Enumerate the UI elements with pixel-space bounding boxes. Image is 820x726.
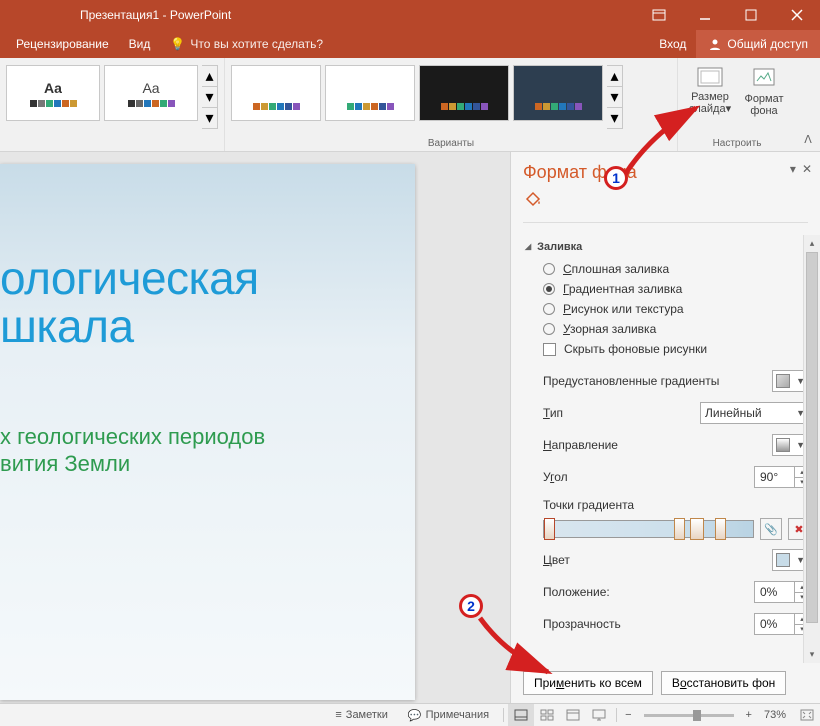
stop-color-label: Цвет (543, 553, 764, 567)
share-label: Общий доступ (727, 37, 808, 51)
maximize-button[interactable] (728, 0, 774, 30)
status-bar: ≡Заметки 💬Примечания − + 73% (0, 703, 820, 726)
ribbon-display-options-button[interactable] (636, 0, 682, 30)
signin-button[interactable]: Вход (649, 37, 696, 51)
section-fill-header[interactable]: Заливка (525, 235, 810, 259)
close-button[interactable] (774, 0, 820, 30)
slide-canvas[interactable]: ологическая шкала х геологических период… (0, 164, 415, 700)
tell-me-input[interactable]: 💡 Что вы хотите сделать? (160, 30, 333, 58)
variants-group: ▴ ▾ ▾ Варианты (225, 58, 678, 151)
stop-position-spinner[interactable]: 0%▴▾ (754, 581, 810, 603)
bulb-icon: 💡 (170, 37, 185, 51)
gradient-type-label: Тип (543, 406, 692, 420)
slide-size-button[interactable]: Размер слайда▾ (684, 62, 736, 128)
fill-solid-radio[interactable]: Сплошная заливка (525, 259, 810, 279)
variant-3[interactable] (419, 65, 509, 121)
ribbon-tabs: Рецензирование Вид 💡 Что вы хотите сдела… (0, 30, 820, 58)
gradient-stop-2[interactable] (674, 518, 685, 540)
themes-group: Aa Aa ▴ ▾ ▾ (0, 58, 225, 151)
reset-background-button[interactable]: Восстановить фон (661, 671, 786, 695)
fill-pattern-radio[interactable]: Узорная заливка (525, 319, 810, 339)
gradient-angle-spinner[interactable]: 90°▴▾ (754, 466, 810, 488)
gradient-stops-label: Точки градиента (543, 498, 810, 512)
ribbon: Aa Aa ▴ ▾ ▾ ▴ ▾ ▾ Вариа (0, 58, 820, 152)
transparency-label: Прозрачность (543, 617, 746, 631)
slide-subtitle-text[interactable]: х геологических периодов вития Земли (0, 351, 415, 478)
pane-options-button[interactable]: ▾ (790, 162, 796, 176)
slide-size-icon (696, 66, 724, 88)
variants-group-label: Варианты (231, 138, 671, 151)
fill-gradient-radio[interactable]: Градиентная заливка (525, 279, 810, 299)
setup-group-label: Настроить (713, 138, 762, 151)
themes-more[interactable]: ▾ (202, 108, 218, 129)
tell-me-placeholder: Что вы хотите сделать? (190, 37, 323, 51)
tab-view[interactable]: Вид (119, 30, 161, 58)
apply-to-all-button[interactable]: Применить ко всем (523, 671, 653, 695)
variant-4[interactable] (513, 65, 603, 121)
variants-scroll-down[interactable]: ▾ (607, 87, 623, 108)
theme-thumb-1[interactable]: Aa (6, 65, 100, 121)
share-button[interactable]: Общий доступ (696, 30, 820, 58)
zoom-out-button[interactable]: − (621, 709, 635, 721)
window-title: Презентация1 - PowerPoint (80, 8, 231, 22)
slide-title-text[interactable]: ологическая шкала (0, 164, 415, 351)
variant-1[interactable] (231, 65, 321, 121)
slideshow-view-button[interactable] (586, 704, 612, 726)
title-bar: Презентация1 - PowerPoint (0, 0, 820, 30)
format-background-icon (751, 66, 777, 90)
share-icon (708, 37, 722, 51)
pane-scrollbar[interactable]: ▴ ▾ (803, 235, 820, 663)
pane-close-button[interactable]: ✕ (802, 162, 812, 176)
gradient-stop-1[interactable] (544, 518, 555, 540)
variants-more[interactable]: ▾ (607, 108, 623, 129)
variant-2[interactable] (325, 65, 415, 121)
setup-group: Размер слайда▾ Формат фона Настроить (678, 58, 796, 151)
add-gradient-stop-button[interactable]: 📎 (760, 518, 782, 540)
collapse-ribbon-button[interactable]: ᐱ (796, 58, 820, 151)
minimize-button[interactable] (682, 0, 728, 30)
format-background-pane: Формат фона ▾ ✕ Заливка Сплошная заливка… (510, 152, 820, 703)
themes-scroll-up[interactable]: ▴ (202, 65, 218, 87)
gradient-angle-label: Угол (543, 470, 746, 484)
notes-icon: ≡ (335, 709, 341, 721)
comments-icon: 💬 (408, 709, 422, 722)
normal-view-button[interactable] (508, 704, 534, 726)
notes-button[interactable]: ≡Заметки (325, 709, 398, 721)
annotation-2: 2 (459, 594, 483, 618)
slide-sorter-view-button[interactable] (534, 704, 560, 726)
format-background-button[interactable]: Формат фона (738, 62, 790, 128)
zoom-in-button[interactable]: + (742, 709, 756, 721)
slide-editor[interactable]: ологическая шкала х геологических период… (0, 152, 510, 703)
zoom-level[interactable]: 73% (756, 709, 794, 721)
themes-scroll-down[interactable]: ▾ (202, 87, 218, 108)
comments-button[interactable]: 💬Примечания (398, 709, 499, 722)
hide-bg-checkbox[interactable]: Скрыть фоновые рисунки (525, 339, 810, 359)
theme-thumb-2[interactable]: Aa (104, 65, 198, 121)
zoom-slider[interactable] (644, 714, 734, 717)
transparency-spinner[interactable]: 0%▴▾ (754, 613, 810, 635)
fit-to-window-button[interactable] (794, 704, 820, 726)
gradient-stops-track[interactable] (543, 520, 754, 538)
fill-picture-radio[interactable]: Рисунок или текстура (525, 299, 810, 319)
variants-scroll-up[interactable]: ▴ (607, 65, 623, 87)
themes-scroll: ▴ ▾ ▾ (202, 65, 218, 129)
stop-position-label: Положение: (543, 585, 746, 599)
fill-icon[interactable] (523, 189, 808, 212)
gradient-stop-3[interactable] (690, 518, 704, 540)
preset-gradients-label: Предустановленные градиенты (543, 374, 764, 388)
annotation-1: 1 (604, 166, 628, 190)
gradient-stop-4[interactable] (715, 518, 726, 540)
tab-review[interactable]: Рецензирование (6, 30, 119, 58)
variants-scroll: ▴ ▾ ▾ (607, 65, 623, 129)
gradient-type-dropdown[interactable]: Линейный▼ (700, 402, 810, 424)
reading-view-button[interactable] (560, 704, 586, 726)
pane-body: Заливка Сплошная заливка Градиентная зал… (511, 235, 820, 663)
pane-title: Формат фона (523, 162, 808, 183)
gradient-direction-label: Направление (543, 438, 764, 452)
